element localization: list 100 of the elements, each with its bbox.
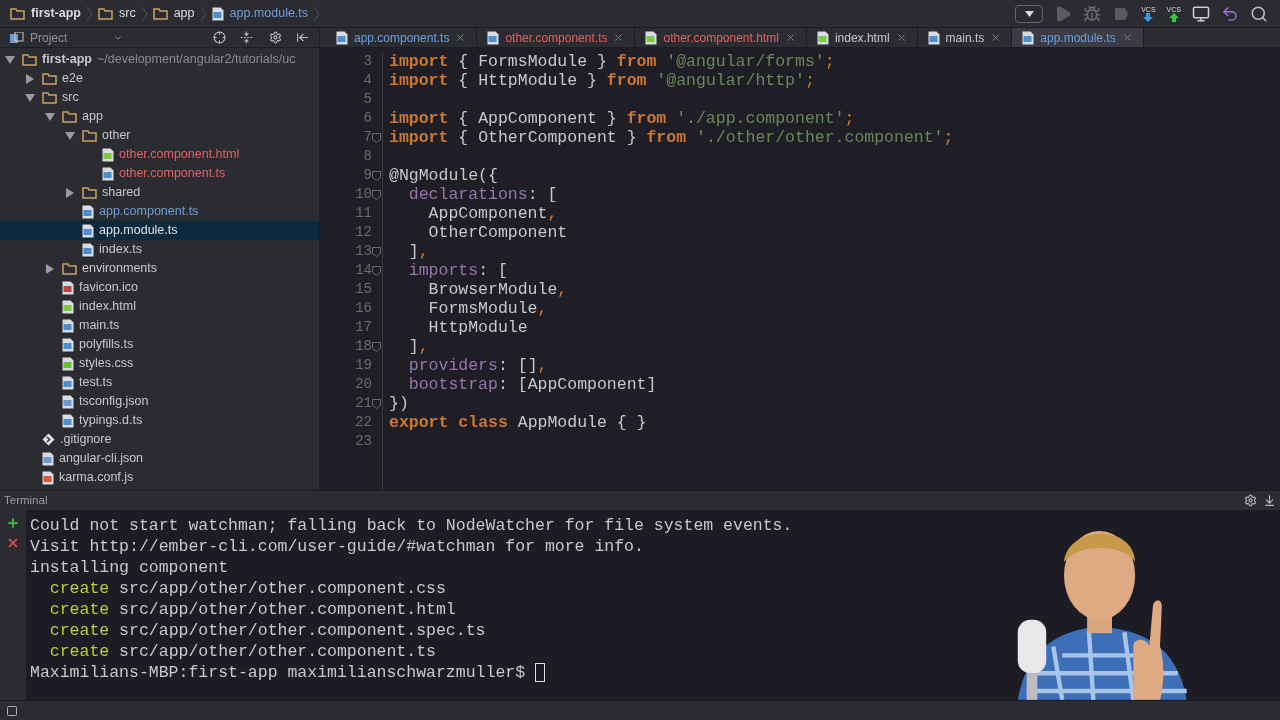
fold-marker-icon[interactable] <box>372 341 381 352</box>
file-name: first-app <box>42 51 92 69</box>
close-icon[interactable] <box>613 32 625 43</box>
close-icon[interactable] <box>1121 32 1133 43</box>
tree-item[interactable]: index.ts <box>0 240 319 259</box>
tree-item[interactable]: test.ts <box>0 373 319 392</box>
code-line: export class AppModule { } <box>389 413 648 432</box>
terminal-title: Terminal <box>4 492 48 508</box>
tree-item[interactable]: first-app ~/development/angular2/tutorials/uc <box>0 50 319 69</box>
tree-item[interactable]: app.module.ts <box>0 221 319 240</box>
line-number: 16 <box>354 299 372 318</box>
folder-icon <box>82 186 97 199</box>
tree-item[interactable]: styles.css <box>0 354 319 373</box>
tree-item[interactable]: e2e <box>0 69 319 88</box>
close-icon[interactable] <box>895 32 907 43</box>
fold-marker-icon[interactable] <box>372 398 381 409</box>
ts-file-icon <box>1022 30 1035 45</box>
file-name: other.component.ts <box>119 165 226 183</box>
tree-item[interactable]: tsconfig.json <box>0 392 319 411</box>
fold-marker-icon[interactable] <box>372 246 381 257</box>
tree-item[interactable]: environments <box>0 259 319 278</box>
file-name: polyfills.ts <box>79 336 134 354</box>
editor-tab[interactable]: index.html <box>806 28 918 47</box>
chevron-icon <box>314 6 320 21</box>
close-icon[interactable] <box>990 32 1002 43</box>
breadcrumb[interactable]: app <box>173 4 195 23</box>
editor-tab[interactable]: app.component.ts <box>326 28 478 47</box>
plus-icon[interactable] <box>6 516 20 530</box>
settings-icon[interactable] <box>1244 494 1257 507</box>
tree-item[interactable]: other.component.ts <box>0 164 319 183</box>
search-icon[interactable] <box>1250 4 1268 23</box>
tree-item[interactable]: polyfills.ts <box>0 335 319 354</box>
fold-marker-icon[interactable] <box>372 189 381 200</box>
ts-file-icon <box>82 204 94 219</box>
chevron-icon <box>87 6 92 21</box>
terminal-line: Could not start watchman; falling back to NodeWatcher for file system events. <box>30 515 793 536</box>
terminal-line: create src/app/other/other.component.spec.ts <box>48 620 486 641</box>
code-line: import { OtherComponent } from './other/other.component'; <box>389 128 954 147</box>
settings-icon[interactable] <box>269 31 282 44</box>
project-view-selector[interactable]: Project <box>30 28 124 47</box>
project-icon <box>10 31 24 44</box>
close-icon[interactable] <box>784 32 796 43</box>
file-name: test.ts <box>79 374 113 392</box>
editor-tab[interactable]: other.component.html <box>635 28 807 47</box>
collapsed-arrow-icon[interactable] <box>26 73 34 84</box>
collapse-icon[interactable] <box>240 31 253 44</box>
tree-item[interactable]: other <box>0 126 319 145</box>
ts-file-icon <box>927 30 940 45</box>
locate-icon[interactable] <box>213 31 226 44</box>
close-icon[interactable] <box>455 32 467 43</box>
tree-item[interactable]: other.component.html <box>0 145 319 164</box>
fold-marker-icon[interactable] <box>372 170 381 181</box>
tree-item[interactable]: karma.conf.js <box>0 468 319 487</box>
editor-tab[interactable]: app.module.ts <box>1012 28 1144 47</box>
code-line: bootstrap: [AppComponent] <box>407 375 658 394</box>
fold-marker-icon[interactable] <box>372 132 381 143</box>
code-line: HttpModule <box>427 318 529 337</box>
collapsed-arrow-icon[interactable] <box>66 187 74 198</box>
ts-file-icon <box>62 375 74 390</box>
hide-icon[interactable] <box>296 31 309 44</box>
breadcrumb[interactable]: src <box>119 4 136 23</box>
line-number: 19 <box>354 356 372 375</box>
folder-icon <box>42 91 57 104</box>
ts-file-icon <box>487 30 500 45</box>
tree-item[interactable]: angular-cli.json <box>0 449 319 468</box>
editor-tab[interactable]: main.ts <box>917 28 1013 47</box>
hide-icon[interactable] <box>1263 494 1276 507</box>
run-config-dropdown[interactable] <box>1015 4 1044 23</box>
tree-item[interactable]: .gitignore <box>0 430 319 449</box>
file-name: typings.d.ts <box>79 412 143 430</box>
close-icon[interactable] <box>6 536 20 550</box>
bug-icon[interactable] <box>1083 4 1102 23</box>
collapsed-arrow-icon[interactable] <box>46 263 54 274</box>
fold-marker-icon[interactable] <box>372 265 381 276</box>
terminal-line: create src/app/other/other.component.ts <box>48 641 436 662</box>
folder-icon <box>62 262 77 275</box>
file-name: favicon.ico <box>79 279 139 297</box>
tree-item[interactable]: shared <box>0 183 319 202</box>
code-line: import { FormsModule } from '@angular/forms'; <box>389 52 836 71</box>
tree-item[interactable]: app <box>0 107 319 126</box>
tool-window-icon[interactable] <box>6 704 18 717</box>
tree-item[interactable]: src <box>0 88 319 107</box>
code-line: imports: [ <box>407 261 509 280</box>
breadcrumb[interactable]: app.module.ts <box>229 4 309 23</box>
undo-icon[interactable] <box>1221 4 1239 23</box>
ts-file-icon <box>82 223 94 238</box>
tree-item[interactable]: typings.d.ts <box>0 411 319 430</box>
breadcrumb[interactable]: first-app <box>31 4 81 23</box>
tree-item[interactable]: app.component.ts <box>0 202 319 221</box>
tree-item[interactable]: favicon.ico <box>0 278 319 297</box>
line-number: 20 <box>354 375 372 394</box>
tree-item[interactable]: main.ts <box>0 316 319 335</box>
file-name: shared <box>102 184 141 202</box>
editor-tab[interactable]: other.component.ts <box>477 28 636 47</box>
file-name: environments <box>82 260 158 278</box>
code-line: import { AppComponent } from './app.component'; <box>389 109 856 128</box>
code-line: BrowserModule, <box>427 280 569 299</box>
file-name: index.html <box>79 298 136 316</box>
expanded-arrow-icon[interactable] <box>5 55 15 64</box>
tree-item[interactable]: index.html <box>0 297 319 316</box>
